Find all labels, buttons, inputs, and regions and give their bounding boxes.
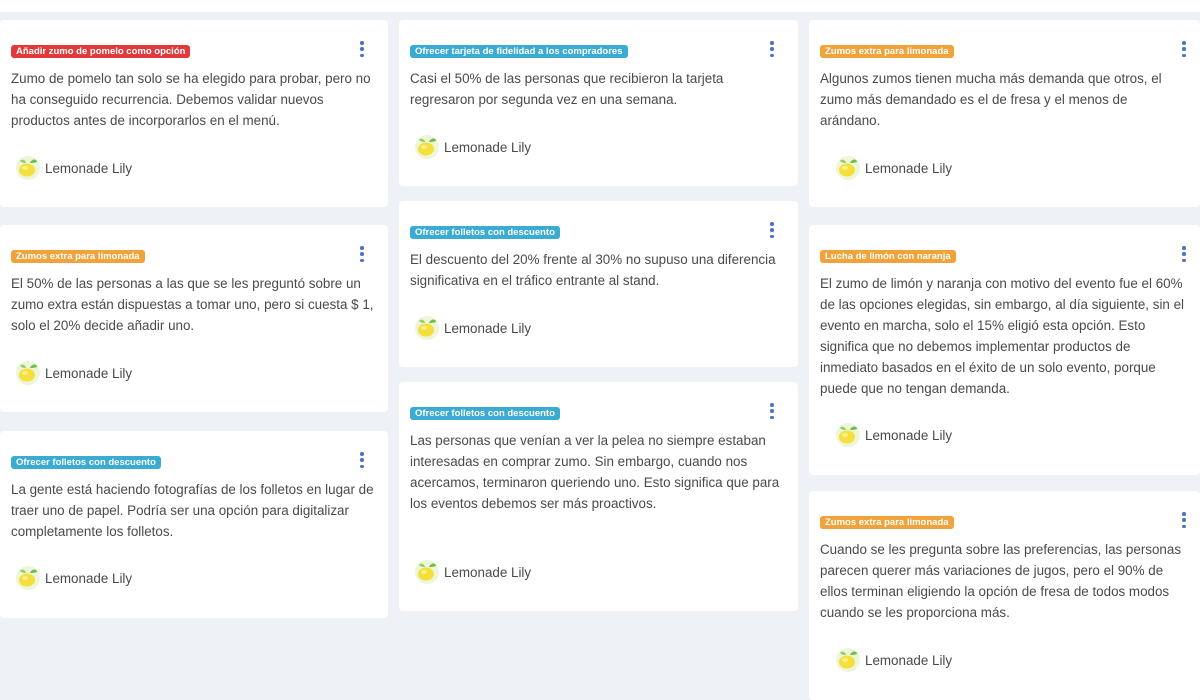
more-options-icon[interactable] [360,41,364,57]
author-name: Lemonade Lily [45,570,133,586]
insight-card[interactable]: Ofrecer folletos con descuento El descue… [399,201,798,367]
more-options-icon[interactable] [1182,41,1186,57]
more-options-icon[interactable] [770,222,774,238]
tag-badge[interactable]: Ofrecer folletos con descuento [410,226,560,239]
insight-card[interactable]: Zumos extra para limonada El 50% de las … [0,225,388,412]
insight-card[interactable]: Ofrecer folletos con descuento La gente … [0,431,388,618]
author: Lemonade Lily [15,155,132,181]
author: Lemonade Lily [414,559,531,585]
insight-card[interactable]: Añadir zumo de pomelo como opción Zumo d… [0,20,388,207]
insight-text: Casi el 50% de las personas que recibier… [410,71,724,107]
tag-badge[interactable]: Ofrecer folletos con descuento [11,456,161,469]
tag-badge[interactable]: Ofrecer tarjeta de fidelidad a los compr… [410,45,628,58]
lemon-avatar-icon [415,560,439,584]
author: Lemonade Lily [835,422,952,448]
lemon-avatar-icon [836,648,860,672]
insight-text: La gente está haciendo fotografías de lo… [11,482,374,539]
insight-text: El descuento del 20% frente al 30% no su… [410,252,776,288]
insight-text: El zumo de limón y naranja con motivo de… [820,276,1185,396]
author-name: Lemonade Lily [865,427,953,443]
lemon-avatar-icon [415,135,439,159]
author: Lemonade Lily [414,134,531,160]
insight-text: Las personas que venían a ver la pelea n… [410,433,780,511]
insight-text: Zumo de pomelo tan solo se ha elegido pa… [11,71,371,128]
insight-text: El 50% de las personas a las que se les … [11,276,374,333]
more-options-icon[interactable] [1182,512,1186,528]
corner-sheen [1120,660,1200,700]
more-options-icon[interactable] [770,403,774,419]
tag-badge[interactable]: Zumos extra para limonada [11,250,145,263]
lemon-avatar-icon [836,423,860,447]
author: Lemonade Lily [15,360,132,386]
tag-badge[interactable]: Ofrecer folletos con descuento [410,407,560,420]
author: Lemonade Lily [414,315,531,341]
tag-badge[interactable]: Añadir zumo de pomelo como opción [11,45,191,58]
lemon-avatar-icon [415,316,439,340]
author: Lemonade Lily [15,565,132,591]
author: Lemonade Lily [835,155,952,181]
lemon-avatar-icon [16,361,40,385]
tag-badge[interactable]: Zumos extra para limonada [820,45,954,58]
insight-card[interactable]: Ofrecer folletos con descuento Las perso… [399,382,798,611]
insight-text: Algunos zumos tienen mucha más demanda q… [820,71,1162,128]
tag-badge[interactable]: Lucha de limón con naranja [820,250,956,263]
insight-card[interactable]: Ofrecer tarjeta de fidelidad a los compr… [399,20,798,186]
insight-text: Cuando se les pregunta sobre las prefere… [820,542,1182,620]
more-options-icon[interactable] [360,452,364,468]
author-name: Lemonade Lily [444,320,532,336]
more-options-icon[interactable] [360,246,364,262]
top-bar [0,0,1200,12]
author-name: Lemonade Lily [45,365,133,381]
lemon-avatar-icon [16,566,40,590]
lemon-avatar-icon [836,156,860,180]
more-options-icon[interactable] [1182,246,1186,262]
lemon-avatar-icon [16,156,40,180]
author-name: Lemonade Lily [865,160,953,176]
tag-badge[interactable]: Zumos extra para limonada [820,516,954,529]
author: Lemonade Lily [835,647,952,673]
insights-board: Añadir zumo de pomelo como opción Zumo d… [0,0,1200,700]
insight-card[interactable]: Lucha de limón con naranja El zumo de li… [809,225,1200,475]
more-options-icon[interactable] [770,41,774,57]
author-name: Lemonade Lily [45,160,133,176]
insight-card[interactable]: Zumos extra para limonada Algunos zumos … [809,20,1200,207]
author-name: Lemonade Lily [444,139,532,155]
author-name: Lemonade Lily [865,652,953,668]
author-name: Lemonade Lily [444,564,532,580]
